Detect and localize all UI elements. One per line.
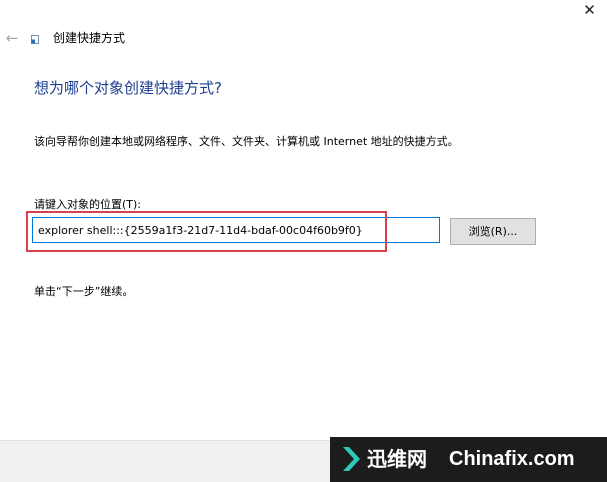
location-label: 请键入对象的位置(T): (34, 198, 142, 211)
location-input[interactable] (32, 217, 440, 243)
shortcut-icon (31, 35, 39, 44)
window-title: 创建快捷方式 (53, 31, 126, 45)
next-hint-text: 单击“下一步”继续。 (34, 285, 134, 298)
wizard-description: 该向导帮你创建本地或网络程序、文件、文件夹、计算机或 Internet 地址的快… (34, 135, 459, 148)
page-heading: 想为哪个对象创建快捷方式? (34, 79, 222, 97)
back-arrow-icon[interactable]: ← (2, 28, 22, 48)
watermark-brand-cn: 迅维网 (367, 447, 427, 471)
create-shortcut-window: ✕ ← 创建快捷方式 想为哪个对象创建快捷方式? 该向导帮你创建本地或网络程序、… (0, 0, 607, 482)
watermark: 迅维网 Chinafix.com (330, 437, 607, 482)
browse-button[interactable]: 浏览(R)... (450, 218, 536, 245)
watermark-brand-en: Chinafix.com (449, 448, 575, 470)
close-icon[interactable]: ✕ (572, 0, 607, 22)
chevron-logo-icon (343, 447, 360, 471)
